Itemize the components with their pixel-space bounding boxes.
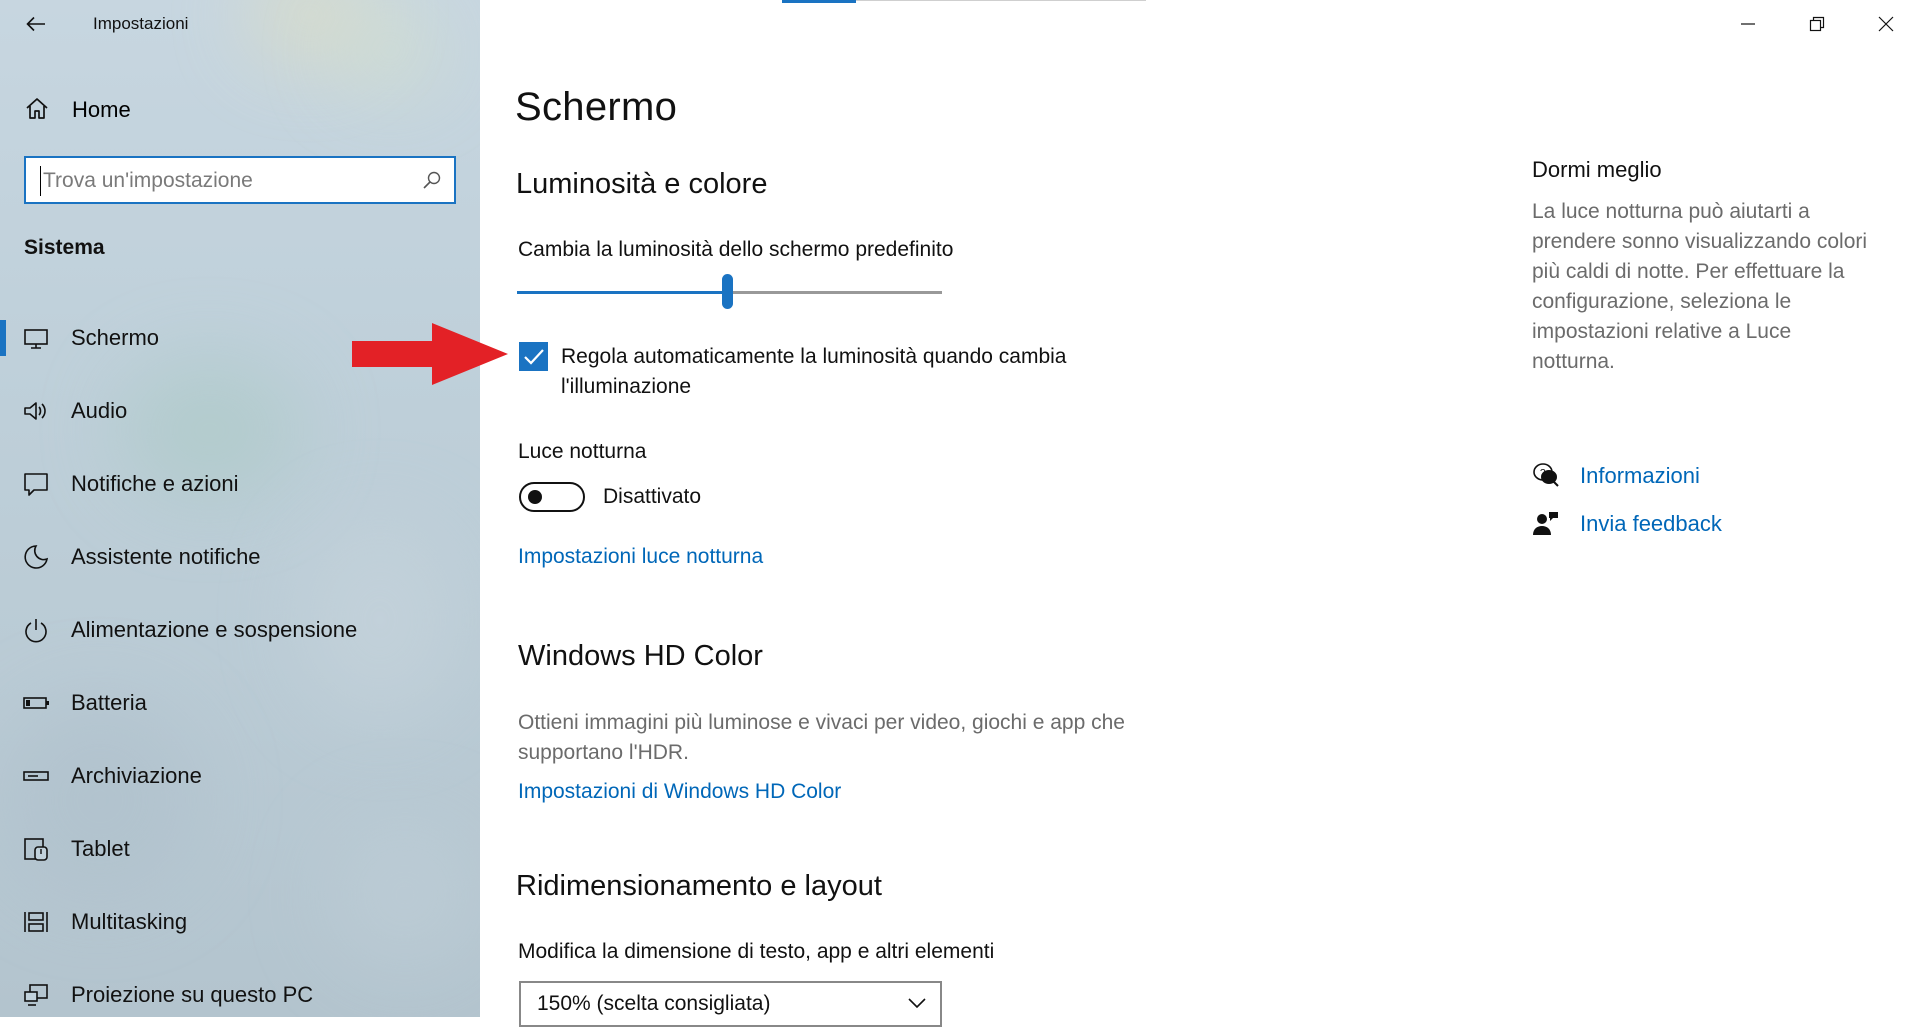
back-button[interactable] [14,6,58,42]
home-label: Home [72,97,131,122]
tablet-icon [24,838,48,861]
night-light-settings-link[interactable]: Impostazioni luce notturna [518,545,763,569]
sidebar-item-label: Archiviazione [71,763,202,788]
back-arrow-icon [26,16,45,32]
auto-brightness-label-line2: l'illuminazione [561,375,692,398]
power-icon [25,619,47,643]
toggle-knob [528,490,542,504]
aside-title: Dormi meglio [1532,157,1662,182]
aside-line: notturna. [1532,350,1615,373]
slider-track [732,291,942,294]
sidebar-item-alimentazione[interactable]: Alimentazione e sospensione [0,602,480,658]
aside-line: più caldi di notte. Per effettuare la [1532,260,1845,283]
aside-description: La luce notturna può aiutarti a prendere… [1532,197,1902,377]
sidebar-item-label: Assistente notifiche [71,544,261,569]
restore-button[interactable] [1782,0,1851,48]
aside-line: impostazioni relative a Luce [1532,320,1792,343]
notification-icon [24,473,48,496]
brightness-slider-label: Cambia la luminosità dello schermo prede… [518,238,954,261]
night-light-toggle[interactable] [519,482,585,512]
sidebar-item-assistente[interactable]: Assistente notifiche [0,529,480,585]
close-button[interactable] [1851,0,1920,48]
minimize-icon [1740,23,1755,25]
hd-color-desc-line2: supportano l'HDR. [518,741,689,764]
page-title: Schermo [515,85,678,129]
aside-line: La luce notturna può aiutarti a [1532,200,1810,223]
brightness-slider[interactable] [517,274,942,309]
sidebar-item-proiezione[interactable]: Proiezione su questo PC [0,967,480,1017]
sidebar-item-label: Notifiche e azioni [71,471,239,496]
top-divider [856,0,1146,1]
projection-icon [24,984,48,1006]
hd-color-desc-line1: Ottieni immagini più luminose e vivaci p… [518,711,1125,734]
scaling-heading: Ridimensionamento e layout [516,870,882,902]
search-box[interactable] [24,156,456,204]
hd-color-settings-link[interactable]: Impostazioni di Windows HD Color [518,780,841,804]
storage-icon [23,771,49,781]
aside-line: configurazione, seleziona le [1532,290,1792,313]
sidebar-item-notifiche[interactable]: Notifiche e azioni [0,456,480,512]
checkmark-icon [523,348,544,365]
sidebar-item-batteria[interactable]: Batteria [0,675,480,731]
search-input[interactable] [40,166,400,196]
scaling-dropdown-value: 150% (scelta consigliata) [537,992,771,1015]
monitor-icon [24,329,48,349]
red-arrow-annotation [352,323,508,385]
battery-icon [23,697,49,709]
sidebar-item-archiviazione[interactable]: Archiviazione [0,748,480,804]
help-chat-icon: ? [1533,463,1559,487]
slider-thumb[interactable] [722,274,733,309]
speaker-icon [24,402,46,420]
sidebar-item-label: Multitasking [71,909,188,934]
minimize-button[interactable] [1713,0,1782,48]
home-icon [26,98,48,119]
sidebar-item-multitasking[interactable]: Multitasking [0,894,480,950]
info-link-label: Informazioni [1580,463,1700,488]
sidebar-item-label: Batteria [71,690,147,715]
restore-icon [1809,16,1824,32]
top-tab-indicator [782,0,856,3]
sidebar-item-audio[interactable]: Audio [0,383,480,439]
feedback-icon [1533,512,1558,535]
scaling-label: Modifica la dimensione di testo, app e a… [518,940,995,963]
window-controls [1713,0,1920,48]
close-icon [1878,16,1893,32]
auto-brightness-label[interactable]: Regola automaticamente la luminosità qua… [561,342,1066,402]
hd-color-description: Ottieni immagini più luminose e vivaci p… [518,708,1125,768]
auto-brightness-label-line1: Regola automaticamente la luminosità qua… [561,345,1067,368]
night-light-state: Disattivato [603,485,702,508]
home-nav-item[interactable]: Home [0,88,480,132]
sidebar-item-label: Audio [71,398,128,423]
section-label: Sistema [24,236,105,259]
chevron-down-icon [908,998,926,1009]
slider-track-fill [517,291,726,294]
sidebar-item-label: Alimentazione e sospensione [71,617,358,642]
sidebar-item-label: Schermo [71,325,160,350]
hd-color-heading: Windows HD Color [518,640,763,672]
scaling-dropdown[interactable]: 150% (scelta consigliata) [519,981,942,1027]
sidebar-item-label: Proiezione su questo PC [71,982,314,1007]
auto-brightness-checkbox[interactable] [519,342,548,371]
app-title: Impostazioni [93,14,189,33]
search-icon[interactable] [422,170,442,190]
aside-line: prendere sonno visualizzando colori [1532,230,1868,253]
multitasking-icon [24,912,48,932]
brightness-heading: Luminosità e colore [516,168,768,200]
sidebar-item-label: Tablet [71,836,130,861]
sidebar: Impostazioni Home Sistema Schermo Audio … [0,0,480,1017]
svg-text:?: ? [1540,468,1546,479]
sidebar-item-tablet[interactable]: Tablet [0,821,480,877]
night-light-label: Luce notturna [518,440,647,463]
moon-icon [24,545,49,569]
feedback-link-label: Invia feedback [1580,511,1722,536]
